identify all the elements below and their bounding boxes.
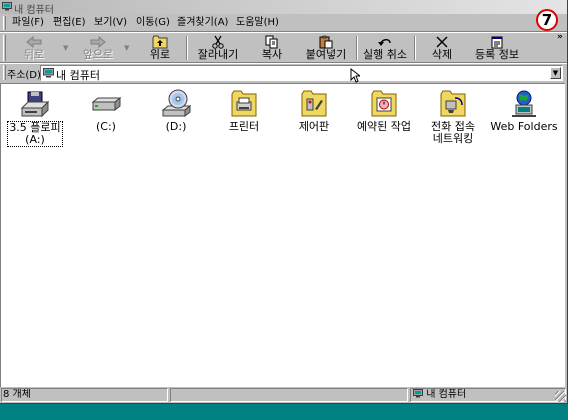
item-label: 제어판 [298, 120, 330, 133]
step-badge: 7 [536, 9, 558, 31]
item-web-folders[interactable]: Web Folders [489, 88, 559, 133]
properties-icon [491, 36, 503, 49]
item-label: Web Folders [490, 120, 558, 133]
forward-label: 앞으로 [82, 48, 114, 61]
address-dropdown-button[interactable]: ▼ [550, 67, 561, 79]
toolbar-overflow-chevron[interactable]: » [557, 32, 563, 42]
undo-label: 실행 취소 [363, 48, 407, 61]
scissors-icon [212, 35, 224, 49]
up-button[interactable]: 위로 [140, 34, 180, 62]
item-drive-d[interactable]: (D:) [143, 88, 209, 133]
forward-dropdown-icon[interactable]: ▼ [124, 44, 129, 52]
my-computer-icon [413, 389, 423, 398]
paste-icon [319, 35, 333, 49]
window-title: 내 컴퓨터 [14, 5, 54, 16]
address-bar: 주소(D) 내 컴퓨터 ▼ [0, 64, 567, 82]
item-label: (D:) [165, 120, 187, 133]
cd-drive-icon [161, 89, 192, 118]
item-label: (C:) [96, 120, 116, 133]
copy-button[interactable]: 복사 [252, 34, 292, 62]
back-arrow-icon [26, 35, 42, 49]
item-label: 예약된 작업 [356, 120, 412, 133]
cut-button[interactable]: 잘라내기 [193, 34, 243, 62]
forward-arrow-icon [90, 35, 106, 49]
my-computer-icon [43, 68, 54, 78]
back-dropdown-icon[interactable]: ▼ [63, 44, 68, 52]
status-location-pane: 내 컴퓨터 [410, 388, 566, 402]
menu-bar: 파일(F) 편집(E) 보기(V) 이동(G) 즐겨찾기(A) 도움말(H) [0, 15, 530, 31]
standard-toolbar: 뒤로 ▼ 앞으로 ▼ 위로 잘라내기 복사 붙여넣기 실행 취소 삭제 등록 정… [0, 33, 567, 63]
toolbar-separator [186, 36, 188, 60]
hard-drive-icon [91, 96, 122, 112]
back-button[interactable]: 뒤로 [16, 34, 52, 62]
floppy-drive-icon [20, 91, 50, 118]
menu-favorites[interactable]: 즐겨찾기(A) [177, 16, 228, 30]
item-printers[interactable]: 프린터 [211, 88, 277, 133]
scheduled-tasks-icon [371, 90, 397, 117]
item-scheduled-tasks[interactable]: 예약된 작업 [351, 88, 417, 133]
properties-label: 등록 정보 [475, 48, 519, 61]
dial-up-networking-icon [440, 90, 466, 117]
status-bar: 8 개체 내 컴퓨터 [0, 388, 567, 403]
mouse-cursor-icon [350, 68, 360, 83]
address-grip[interactable] [3, 65, 6, 80]
item-floppy-a[interactable]: 3.5 플로피 (A:) [2, 88, 68, 147]
item-drive-c[interactable]: (C:) [73, 88, 139, 133]
desktop-background [0, 404, 568, 420]
address-combobox[interactable]: 내 컴퓨터 ▼ [40, 65, 563, 83]
paste-label: 붙여넣기 [305, 48, 347, 61]
menu-grip[interactable] [3, 16, 6, 30]
forward-button[interactable]: 앞으로 [76, 34, 120, 62]
control-panel-icon [301, 90, 327, 117]
item-label: 전화 접속 네트워킹 [431, 120, 475, 145]
copy-label: 복사 [261, 48, 283, 61]
cut-label: 잘라내기 [197, 48, 239, 61]
delete-label: 삭제 [431, 48, 453, 61]
file-view[interactable]: 3.5 플로피 (A:) (C:) (D:) 프린터 제어판 예약된 작업 전화… [0, 83, 565, 387]
delete-x-icon [436, 36, 448, 48]
status-object-count: 8 개체 [1, 388, 168, 402]
my-computer-icon [2, 2, 12, 11]
status-empty-pane [170, 388, 408, 402]
delete-button[interactable]: 삭제 [422, 34, 462, 62]
menu-help[interactable]: 도움말(H) [236, 16, 279, 30]
toolbar-separator [356, 36, 358, 60]
up-label: 위로 [149, 48, 171, 61]
toolbar-separator [414, 36, 416, 60]
size-grip[interactable] [555, 391, 566, 402]
item-control-panel[interactable]: 제어판 [281, 88, 347, 133]
up-folder-icon [152, 35, 168, 49]
address-label: 주소(D) [7, 70, 41, 81]
back-label: 뒤로 [23, 48, 45, 61]
title-bar[interactable]: 내 컴퓨터 [0, 0, 567, 16]
explorer-window: 내 컴퓨터 7 파일(F) 편집(E) 보기(V) 이동(G) 즐겨찾기(A) … [0, 0, 568, 404]
web-folders-icon [512, 90, 536, 117]
undo-icon [378, 39, 391, 46]
toolbar-grip[interactable] [3, 35, 6, 61]
undo-button[interactable]: 실행 취소 [359, 34, 411, 62]
properties-button[interactable]: 등록 정보 [468, 34, 526, 62]
printers-folder-icon [231, 90, 257, 117]
paste-button[interactable]: 붙여넣기 [299, 34, 353, 62]
menu-view[interactable]: 보기(V) [94, 16, 127, 30]
item-dial-up-networking[interactable]: 전화 접속 네트워킹 [420, 88, 486, 145]
copy-icon [265, 35, 278, 49]
menu-edit[interactable]: 편집(E) [53, 16, 86, 30]
item-label: 프린터 [228, 120, 260, 133]
item-label: 3.5 플로피 (A:) [7, 121, 63, 147]
menu-go[interactable]: 이동(G) [136, 16, 170, 30]
menu-file[interactable]: 파일(F) [12, 16, 44, 30]
status-location: 내 컴퓨터 [426, 389, 467, 400]
address-value[interactable]: 내 컴퓨터 [56, 67, 100, 83]
